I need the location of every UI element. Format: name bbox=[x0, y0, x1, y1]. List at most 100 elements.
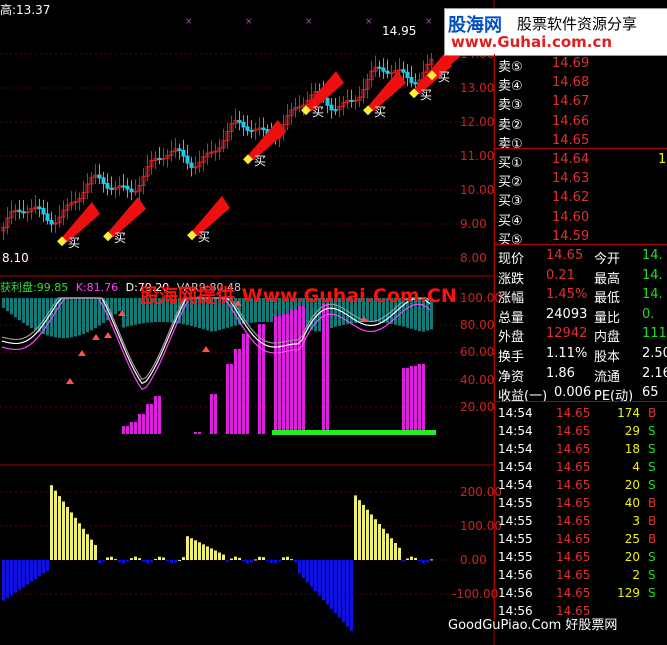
tick-row[interactable]: 14:56 14.65 129 S bbox=[496, 584, 667, 602]
macd-bar bbox=[238, 557, 241, 560]
magenta-bar bbox=[406, 368, 409, 434]
tick-row[interactable]: 14:56 14.65 2 S bbox=[496, 566, 667, 584]
quote-label: 总量 bbox=[498, 310, 525, 326]
tick-row[interactable]: 14:54 14.65 174 B bbox=[496, 404, 667, 422]
candle-body bbox=[405, 71, 410, 79]
macd-bar bbox=[310, 560, 313, 587]
candle-body bbox=[349, 99, 354, 102]
magenta-bar bbox=[134, 422, 137, 434]
tick-row[interactable]: 14:55 14.65 40 B bbox=[496, 494, 667, 512]
macd-bar bbox=[230, 558, 233, 560]
bid-label: 买④ bbox=[498, 213, 523, 229]
buy-label: 买 bbox=[254, 154, 266, 168]
macd-bar bbox=[186, 536, 189, 560]
quote-row: 涨幅 1.45% 最低 14. bbox=[496, 285, 667, 306]
macd-bar bbox=[278, 560, 281, 561]
tick-row[interactable]: 14:54 14.65 29 S bbox=[496, 422, 667, 440]
axis-tick-label: 60.00 bbox=[460, 345, 495, 360]
profit-bar bbox=[78, 298, 81, 336]
top-marker: × bbox=[365, 17, 373, 27]
tick-price: 14.65 bbox=[556, 442, 591, 456]
tick-time: 14:54 bbox=[498, 478, 533, 492]
quote-value: 1.86 bbox=[546, 365, 575, 381]
tick-time: 14:55 bbox=[498, 532, 533, 546]
axis-tick-label: 0.00 bbox=[460, 553, 487, 567]
tick-side: S bbox=[648, 550, 656, 564]
magenta-bar bbox=[130, 422, 133, 434]
bid-volume: 1 bbox=[658, 152, 667, 167]
magenta-bar bbox=[298, 306, 301, 434]
tick-row[interactable]: 14:54 14.65 20 S bbox=[496, 476, 667, 494]
quote-value: 2.50 bbox=[642, 346, 667, 361]
candle-body bbox=[97, 174, 102, 179]
macd-bar bbox=[254, 559, 257, 561]
macd-bar bbox=[118, 560, 121, 563]
tick-volume: 20 bbox=[624, 478, 640, 492]
site-logo: 股海网 股票软件资源分享 www.Guhai.com.cn bbox=[444, 8, 667, 56]
profit-bar bbox=[26, 298, 29, 326]
tick-row[interactable]: 14:54 14.65 4 S bbox=[496, 458, 667, 476]
macd-bar bbox=[10, 560, 13, 596]
candle-body bbox=[185, 155, 190, 164]
macd-bar bbox=[50, 485, 53, 560]
macd-bar bbox=[366, 509, 369, 560]
logo-url: www.Guhai.com.cn bbox=[451, 33, 613, 51]
tick-row[interactable]: 14:56 14.65 bbox=[496, 602, 667, 620]
ask-row: 卖⑤ 14.69 bbox=[496, 54, 667, 75]
macd-bar bbox=[106, 557, 109, 560]
tick-row[interactable]: 14:54 14.65 18 S bbox=[496, 440, 667, 458]
profit-bar bbox=[62, 298, 65, 338]
magenta-bar bbox=[210, 394, 213, 434]
macd-bar bbox=[374, 519, 377, 560]
macd-bar bbox=[266, 560, 269, 561]
macd-bar bbox=[190, 538, 193, 560]
macd-bar bbox=[26, 560, 29, 585]
magenta-bar bbox=[286, 314, 289, 434]
macd-bar bbox=[342, 560, 345, 623]
candle-body bbox=[241, 121, 246, 128]
tick-time: 14:56 bbox=[498, 586, 533, 600]
magenta-bar bbox=[418, 364, 421, 434]
tick-row[interactable]: 14:55 14.65 20 S bbox=[496, 548, 667, 566]
candle-body bbox=[45, 213, 50, 221]
ask-price: 14.68 bbox=[552, 75, 590, 91]
magenta-bar bbox=[150, 404, 153, 434]
macd-bar bbox=[30, 560, 33, 582]
magenta-bar bbox=[230, 364, 233, 434]
profit-bar bbox=[6, 298, 9, 312]
ask-row: 卖③ 14.67 bbox=[496, 92, 667, 113]
profit-bar bbox=[14, 298, 17, 318]
macd-bar bbox=[302, 560, 305, 579]
magenta-bar bbox=[326, 304, 329, 434]
magenta-bar bbox=[290, 309, 293, 434]
candle-body bbox=[101, 177, 106, 185]
tick-price: 14.65 bbox=[556, 478, 591, 492]
macd-bar bbox=[334, 560, 337, 614]
candle-body bbox=[385, 70, 390, 74]
green-zone-bar bbox=[272, 430, 436, 435]
tick-side: B bbox=[648, 496, 657, 510]
tick-row[interactable]: 14:55 14.65 25 B bbox=[496, 530, 667, 548]
candle-body bbox=[161, 157, 166, 160]
profit-bar bbox=[34, 298, 37, 331]
macd-bar bbox=[126, 560, 129, 562]
ask-row: 卖① 14.65 bbox=[496, 131, 667, 152]
buy-label: 买 bbox=[114, 231, 126, 245]
tick-volume: 18 bbox=[624, 442, 640, 456]
macd-bar bbox=[294, 560, 297, 563]
candle-body bbox=[237, 120, 242, 123]
magenta-bar bbox=[154, 396, 157, 434]
macd-bar bbox=[134, 556, 137, 560]
profit-bar bbox=[18, 298, 21, 321]
quote-label: 股本 bbox=[594, 350, 621, 365]
quote-row: 净资 1.86 流通 2.16 bbox=[496, 364, 667, 385]
tick-volume: 29 bbox=[624, 424, 640, 438]
quote-value: 0.006 bbox=[554, 385, 592, 401]
tick-row[interactable]: 14:55 14.65 3 B bbox=[496, 512, 667, 530]
tick-time: 14:54 bbox=[498, 424, 533, 438]
macd-bar bbox=[386, 533, 389, 560]
axis-tick-label: 20.00 bbox=[460, 399, 495, 414]
quote-value: 111 bbox=[642, 326, 667, 342]
logo-subtitle: 股票软件资源分享 bbox=[517, 15, 638, 33]
ask-price: 14.67 bbox=[552, 94, 590, 110]
